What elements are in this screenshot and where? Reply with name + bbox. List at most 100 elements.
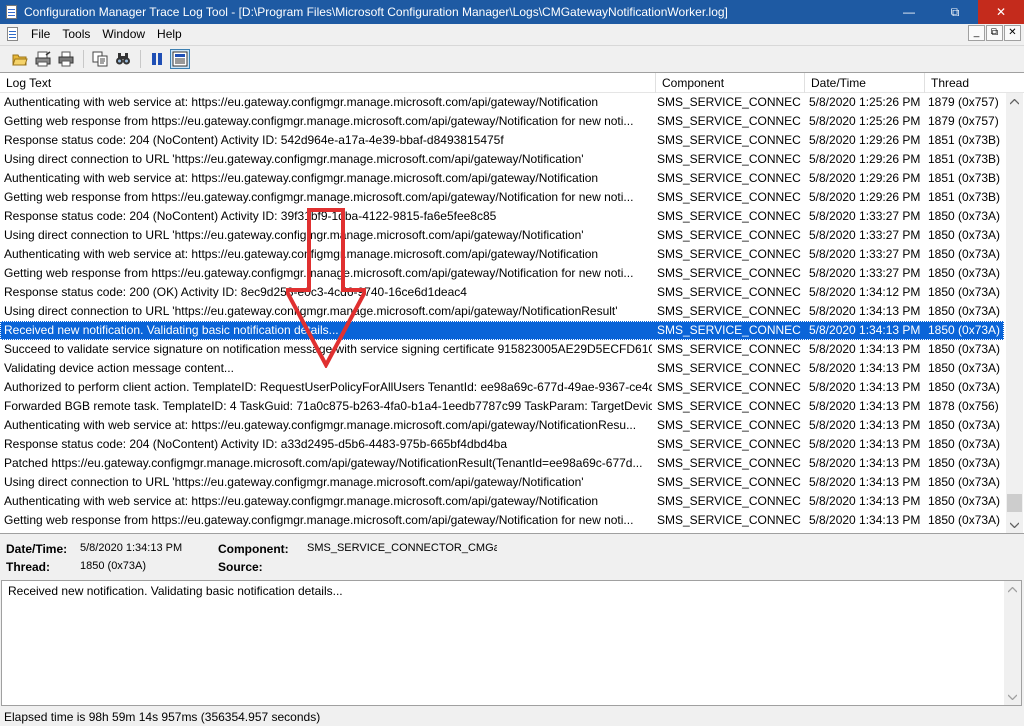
column-header-log-text[interactable]: Log Text [0,73,656,93]
table-row[interactable]: Getting web response from https://eu.gat… [0,511,1004,530]
log-text-cell: Authenticating with web service at: http… [4,494,599,508]
table-row[interactable]: Patched https://eu.gateway.configmgr.man… [0,454,1004,473]
log-text-cell: Getting web response from https://eu.gat… [4,190,634,204]
column-header-component[interactable]: Component [656,73,805,93]
print-button[interactable] [56,49,76,69]
column-header-datetime[interactable]: Date/Time [805,73,925,93]
datetime-cell: 5/8/2020 1:34:13 PM [809,380,921,394]
component-cell: SMS_SERVICE_CONNECTOR [657,228,801,242]
table-row[interactable]: Validating device action message content… [0,359,1004,378]
document-icon[interactable] [5,26,21,42]
thread-cell: 1850 (0x73A) [928,513,1001,527]
log-text-cell: Response status code: 204 (NoContent) Ac… [4,133,504,147]
component-cell: SMS_SERVICE_CONNECTOR [657,437,801,451]
table-row[interactable]: Authenticating with web service at: http… [0,245,1004,264]
open-icon [12,54,28,66]
mdi-minimize-button[interactable]: _ [968,25,985,41]
log-text-cell: Authenticating with web service at: http… [4,418,637,432]
log-list[interactable]: Log Text Component Date/Time Thread Auth… [0,72,1024,534]
log-rows: Authenticating with web service at: http… [0,93,1004,530]
table-row[interactable]: Response status code: 204 (NoContent) Ac… [0,207,1004,226]
thread-cell: 1850 (0x73A) [928,475,1001,489]
log-text-cell: Response status code: 204 (NoContent) Ac… [4,437,508,451]
print-icon [58,51,74,67]
component-cell: SMS_SERVICE_CONNECTOR [657,285,801,299]
table-row[interactable]: Getting web response from https://eu.gat… [0,188,1004,207]
highlight-button[interactable] [170,49,190,69]
find-icon [116,53,130,65]
menu-window[interactable]: Window [96,24,151,44]
pause-icon [152,53,162,65]
datetime-cell: 5/8/2020 1:34:13 PM [809,304,921,318]
scroll-down-icon[interactable] [1004,688,1021,705]
component-cell: SMS_SERVICE_CONNECTOR [657,266,801,280]
component-cell: SMS_SERVICE_CONNECTOR [657,342,801,356]
datetime-cell: 5/8/2020 1:33:27 PM [809,266,921,280]
datetime-cell: 5/8/2020 1:34:13 PM [809,399,921,413]
table-row[interactable]: Using direct connection to URL 'https://… [0,226,1004,245]
scrollbar-thumb[interactable] [1007,494,1022,512]
thread-cell: 1850 (0x73A) [928,380,1001,394]
table-row[interactable]: Using direct connection to URL 'https://… [0,302,1004,321]
datetime-cell: 5/8/2020 1:34:12 PM [809,285,921,299]
table-row[interactable]: Using direct connection to URL 'https://… [0,150,1004,169]
datetime-cell: 5/8/2020 1:29:26 PM [809,190,921,204]
table-row[interactable]: Response status code: 204 (NoContent) Ac… [0,435,1004,454]
datetime-cell: 5/8/2020 1:34:13 PM [809,494,921,508]
table-row[interactable]: Response status code: 200 (OK) Activity … [0,283,1004,302]
close-button[interactable]: ✕ [978,0,1024,24]
thread-cell: 1851 (0x73B) [928,152,1001,166]
minimize-button[interactable]: — [886,0,932,24]
message-scrollbar[interactable] [1004,581,1021,705]
find-button[interactable] [113,49,133,69]
table-row[interactable]: Getting web response from https://eu.gat… [0,112,1004,131]
restore-icon: ⧉ [950,4,960,19]
message-text: Received new notification. Validating ba… [8,584,343,598]
component-cell: SMS_SERVICE_CONNECTOR [657,171,801,185]
datetime-cell: 5/8/2020 1:34:13 PM [809,513,921,527]
table-row[interactable]: Getting web response from https://eu.gat… [0,264,1004,283]
table-row[interactable]: Forwarded BGB remote task. TemplateID: 4… [0,397,1004,416]
component-cell: SMS_SERVICE_CONNECTOR [657,95,801,109]
print-setup-button[interactable] [33,49,53,69]
table-row[interactable]: Authenticating with web service at: http… [0,492,1004,511]
table-row[interactable]: Succeed to validate service signature on… [0,340,1004,359]
message-textbox[interactable]: Received new notification. Validating ba… [1,580,1022,706]
table-row[interactable]: Received new notification. Validating ba… [0,321,1004,340]
thread-cell: 1850 (0x73A) [928,304,1001,318]
table-row[interactable]: Response status code: 204 (NoContent) Ac… [0,131,1004,150]
thread-cell: 1850 (0x73A) [928,418,1001,432]
menu-help[interactable]: Help [151,24,188,44]
thread-cell: 1850 (0x73A) [928,342,1001,356]
minimize-icon: — [903,5,915,19]
component-cell: SMS_SERVICE_CONNECTOR [657,418,801,432]
copy-button[interactable] [90,49,110,69]
pause-button[interactable] [147,49,167,69]
datetime-cell: 5/8/2020 1:33:27 PM [809,209,921,223]
menu-tools[interactable]: Tools [56,24,96,44]
open-button[interactable] [10,49,30,69]
mdi-restore-button[interactable]: ⧉ [986,25,1003,41]
datetime-cell: 5/8/2020 1:29:26 PM [809,152,921,166]
component-cell: SMS_SERVICE_CONNECTOR [657,152,801,166]
menu-file[interactable]: File [25,24,56,44]
scroll-up-icon[interactable] [1004,581,1021,598]
print-setup-icon [35,51,51,67]
close-icon: ✕ [995,5,1007,19]
scroll-up-icon[interactable] [1006,93,1023,110]
table-row[interactable]: Authenticating with web service at: http… [0,169,1004,188]
component-cell: SMS_SERVICE_CONNECTOR [657,513,801,527]
table-row[interactable]: Using direct connection to URL 'https://… [0,473,1004,492]
table-row[interactable]: Authenticating with web service at: http… [0,416,1004,435]
thread-cell: 1850 (0x73A) [928,494,1001,508]
thread-cell: 1879 (0x757) [928,114,999,128]
datetime-cell: 5/8/2020 1:34:13 PM [809,361,921,375]
maximize-button[interactable]: ⧉ [932,0,978,24]
vertical-scrollbar[interactable] [1006,93,1023,533]
column-header-thread[interactable]: Thread [925,73,1024,93]
scroll-down-icon[interactable] [1006,516,1023,533]
status-bar: Elapsed time is 98h 59m 14s 957ms (35635… [0,708,1024,726]
mdi-close-button[interactable]: ✕ [1004,25,1021,41]
table-row[interactable]: Authorized to perform client action. Tem… [0,378,1004,397]
table-row[interactable]: Authenticating with web service at: http… [0,93,1004,112]
